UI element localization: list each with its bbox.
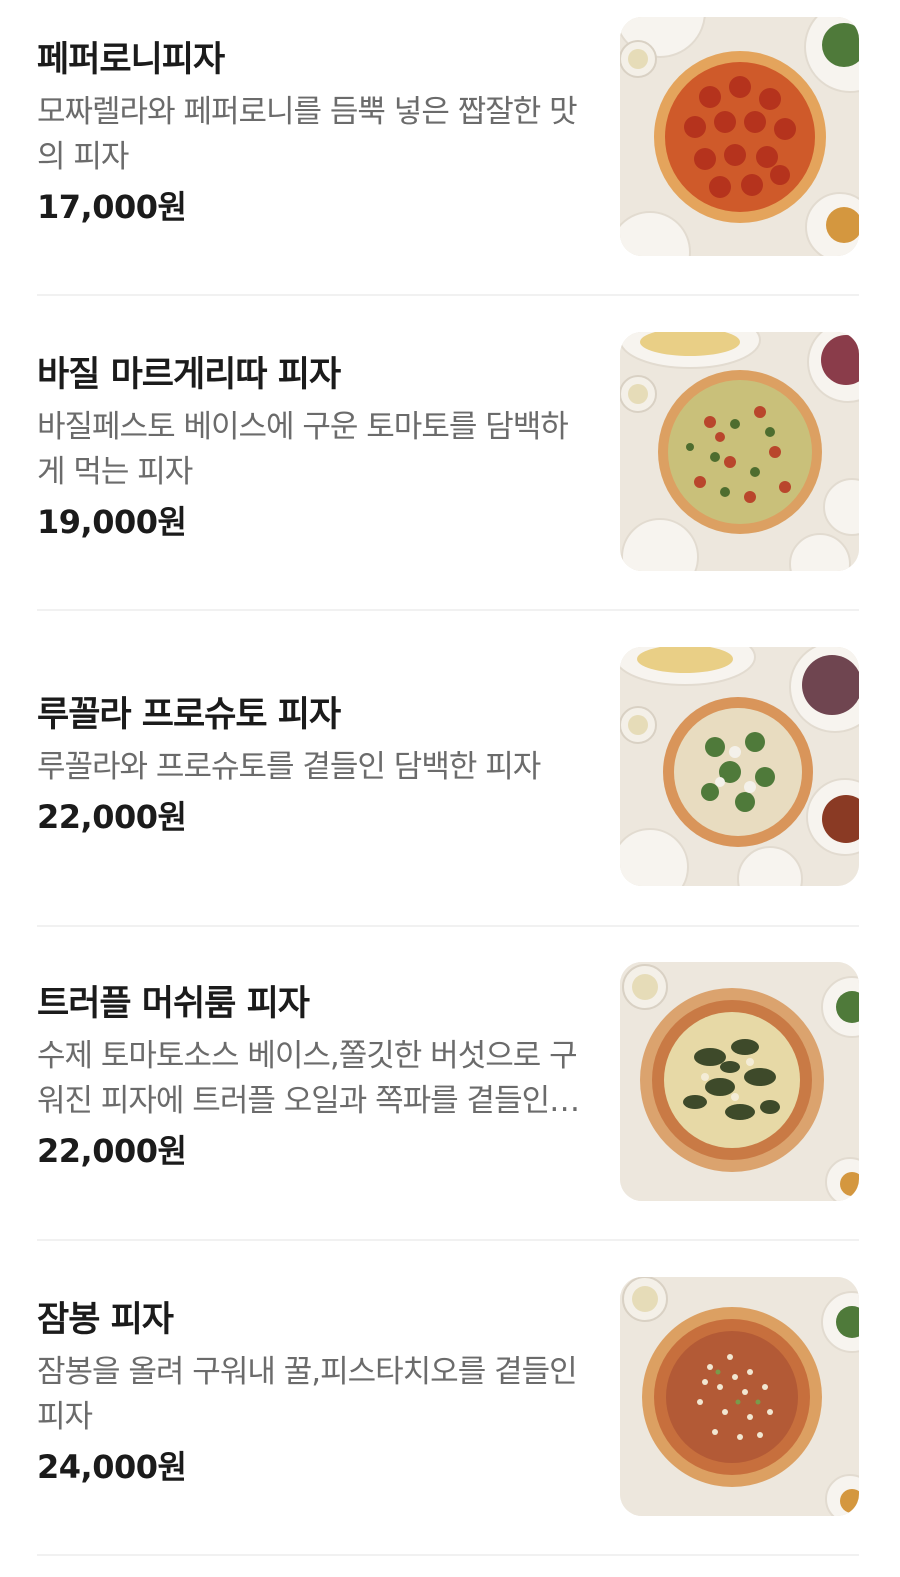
menu-item-description: 루꼴라와 프로슈토를 곁들인 담백한 피자 xyxy=(37,749,541,785)
jambon-pizza-photo[interactable] xyxy=(620,1277,859,1516)
menu-item-description: 수제 토마토소스 베이스,쫄깃한 버섯으로 구워진 피자에 트러플 오일과 쪽파… xyxy=(37,1038,578,1119)
menu-item-name: 루꼴라 프로슈토 피자 xyxy=(37,695,341,735)
menu-item-description: 모짜렐라와 페퍼로니를 듬뿍 넣은 짭잘한 맛의 피자 xyxy=(37,94,578,175)
menu-item-text: 잠봉 피자 잠봉을 올려 구워내 꿀,피스타치오를 곁들인 피자 24,000원 xyxy=(37,1298,582,1490)
divider xyxy=(37,609,859,611)
menu-item-price: 19,000원 xyxy=(37,503,187,541)
divider xyxy=(37,1554,859,1556)
menu-list: 페퍼로니피자 모짜렐라와 페퍼로니를 듬뿍 넣은 짭잘한 맛의 피자 17,00… xyxy=(0,0,900,1577)
menu-item-text: 페퍼로니피자 모짜렐라와 페퍼로니를 듬뿍 넣은 짭잘한 맛의 피자 17,00… xyxy=(37,38,582,230)
divider xyxy=(37,1239,859,1241)
menu-item-text: 루꼴라 프로슈토 피자 루꼴라와 프로슈토를 곁들인 담백한 피자 22,000… xyxy=(37,693,582,840)
menu-item-text: 트러플 머쉬룸 피자 수제 토마토소스 베이스,쫄깃한 버섯으로 구워진 피자에… xyxy=(37,982,582,1174)
menu-item-price: 22,000원 xyxy=(37,1132,187,1170)
basil-margherita-pizza-photo[interactable] xyxy=(620,332,859,571)
menu-item-arugula-prosciutto-pizza[interactable]: 루꼴라 프로슈토 피자 루꼴라와 프로슈토를 곁들인 담백한 피자 22,000… xyxy=(0,631,900,947)
menu-item-name: 트러플 머쉬룸 피자 xyxy=(37,984,310,1024)
menu-item-description: 잠봉을 올려 구워내 꿀,피스타치오를 곁들인 피자 xyxy=(37,1354,578,1435)
menu-item-price: 22,000원 xyxy=(37,798,187,836)
arugula-prosciutto-pizza-photo[interactable] xyxy=(620,647,859,886)
menu-item-name: 페퍼로니피자 xyxy=(37,40,225,80)
divider xyxy=(37,925,859,927)
menu-item-pepperoni-pizza[interactable]: 페퍼로니피자 모짜렐라와 페퍼로니를 듬뿍 넣은 짭잘한 맛의 피자 17,00… xyxy=(0,0,900,316)
menu-item-text: 바질 마르게리따 피자 바질페스토 베이스에 구운 토마토를 담백하게 먹는 피… xyxy=(37,353,582,545)
pepperoni-pizza-photo[interactable] xyxy=(620,17,859,256)
truffle-mushroom-pizza-photo[interactable] xyxy=(620,962,859,1201)
menu-item-price: 17,000원 xyxy=(37,188,187,226)
menu-item-name: 잠봉 피자 xyxy=(37,1300,174,1340)
menu-item-name: 바질 마르게리따 피자 xyxy=(37,355,341,395)
menu-item-jambon-pizza[interactable]: 잠봉 피자 잠봉을 올려 구워내 꿀,피스타치오를 곁들인 피자 24,000원 xyxy=(0,1261,900,1577)
menu-item-description: 바질페스토 베이스에 구운 토마토를 담백하게 먹는 피자 xyxy=(37,409,569,490)
menu-item-truffle-mushroom-pizza[interactable]: 트러플 머쉬룸 피자 수제 토마토소스 베이스,쫄깃한 버섯으로 구워진 피자에… xyxy=(0,946,900,1262)
menu-item-basil-margherita-pizza[interactable]: 바질 마르게리따 피자 바질페스토 베이스에 구운 토마토를 담백하게 먹는 피… xyxy=(0,315,900,631)
menu-item-price: 24,000원 xyxy=(37,1448,187,1486)
divider xyxy=(37,294,859,296)
